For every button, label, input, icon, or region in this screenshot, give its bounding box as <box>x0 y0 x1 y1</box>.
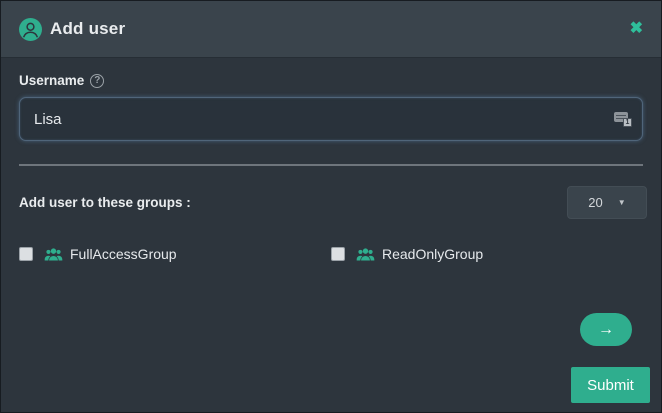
groups-header-row: Add user to these groups : 20 ▼ <box>19 186 643 219</box>
section-divider <box>19 164 643 166</box>
groups-label: Add user to these groups : <box>19 195 191 210</box>
username-input[interactable] <box>34 111 614 128</box>
page-size-select[interactable]: 20 ▼ <box>567 186 647 219</box>
arrow-right-icon: → <box>598 322 614 338</box>
group-name: FullAccessGroup <box>70 246 177 262</box>
group-item-fullaccess[interactable]: FullAccessGroup <box>19 246 331 262</box>
checkbox-readonly[interactable] <box>331 247 345 261</box>
users-icon <box>356 247 375 262</box>
username-input-wrap: 1 <box>19 97 643 141</box>
submit-button[interactable]: Submit <box>571 367 650 403</box>
group-checkbox-list: FullAccessGroup ReadOnlyGroup <box>19 246 643 262</box>
group-item-readonly[interactable]: ReadOnlyGroup <box>331 246 643 262</box>
username-label: Username <box>19 73 84 88</box>
checkbox-fullaccess[interactable] <box>19 247 33 261</box>
modal-body: Username ? 1 Add user to these groups : … <box>1 58 661 262</box>
caret-down-icon: ▼ <box>618 198 626 207</box>
modal-header: Add user ✖ <box>1 1 661 58</box>
user-circle-icon <box>19 18 42 41</box>
group-name: ReadOnlyGroup <box>382 246 483 262</box>
username-label-row: Username ? <box>19 73 643 88</box>
modal-title: Add user <box>50 19 125 39</box>
autofill-icon[interactable]: 1 <box>614 111 632 127</box>
page-size-value: 20 <box>588 195 602 210</box>
users-icon <box>44 247 63 262</box>
close-icon[interactable]: ✖ <box>630 21 643 37</box>
autofill-badge: 1 <box>623 118 632 127</box>
next-arrow-button[interactable]: → <box>580 313 632 346</box>
help-icon[interactable]: ? <box>90 74 104 88</box>
add-user-modal: Add user ✖ Username ? 1 Add user to thes… <box>0 0 662 413</box>
